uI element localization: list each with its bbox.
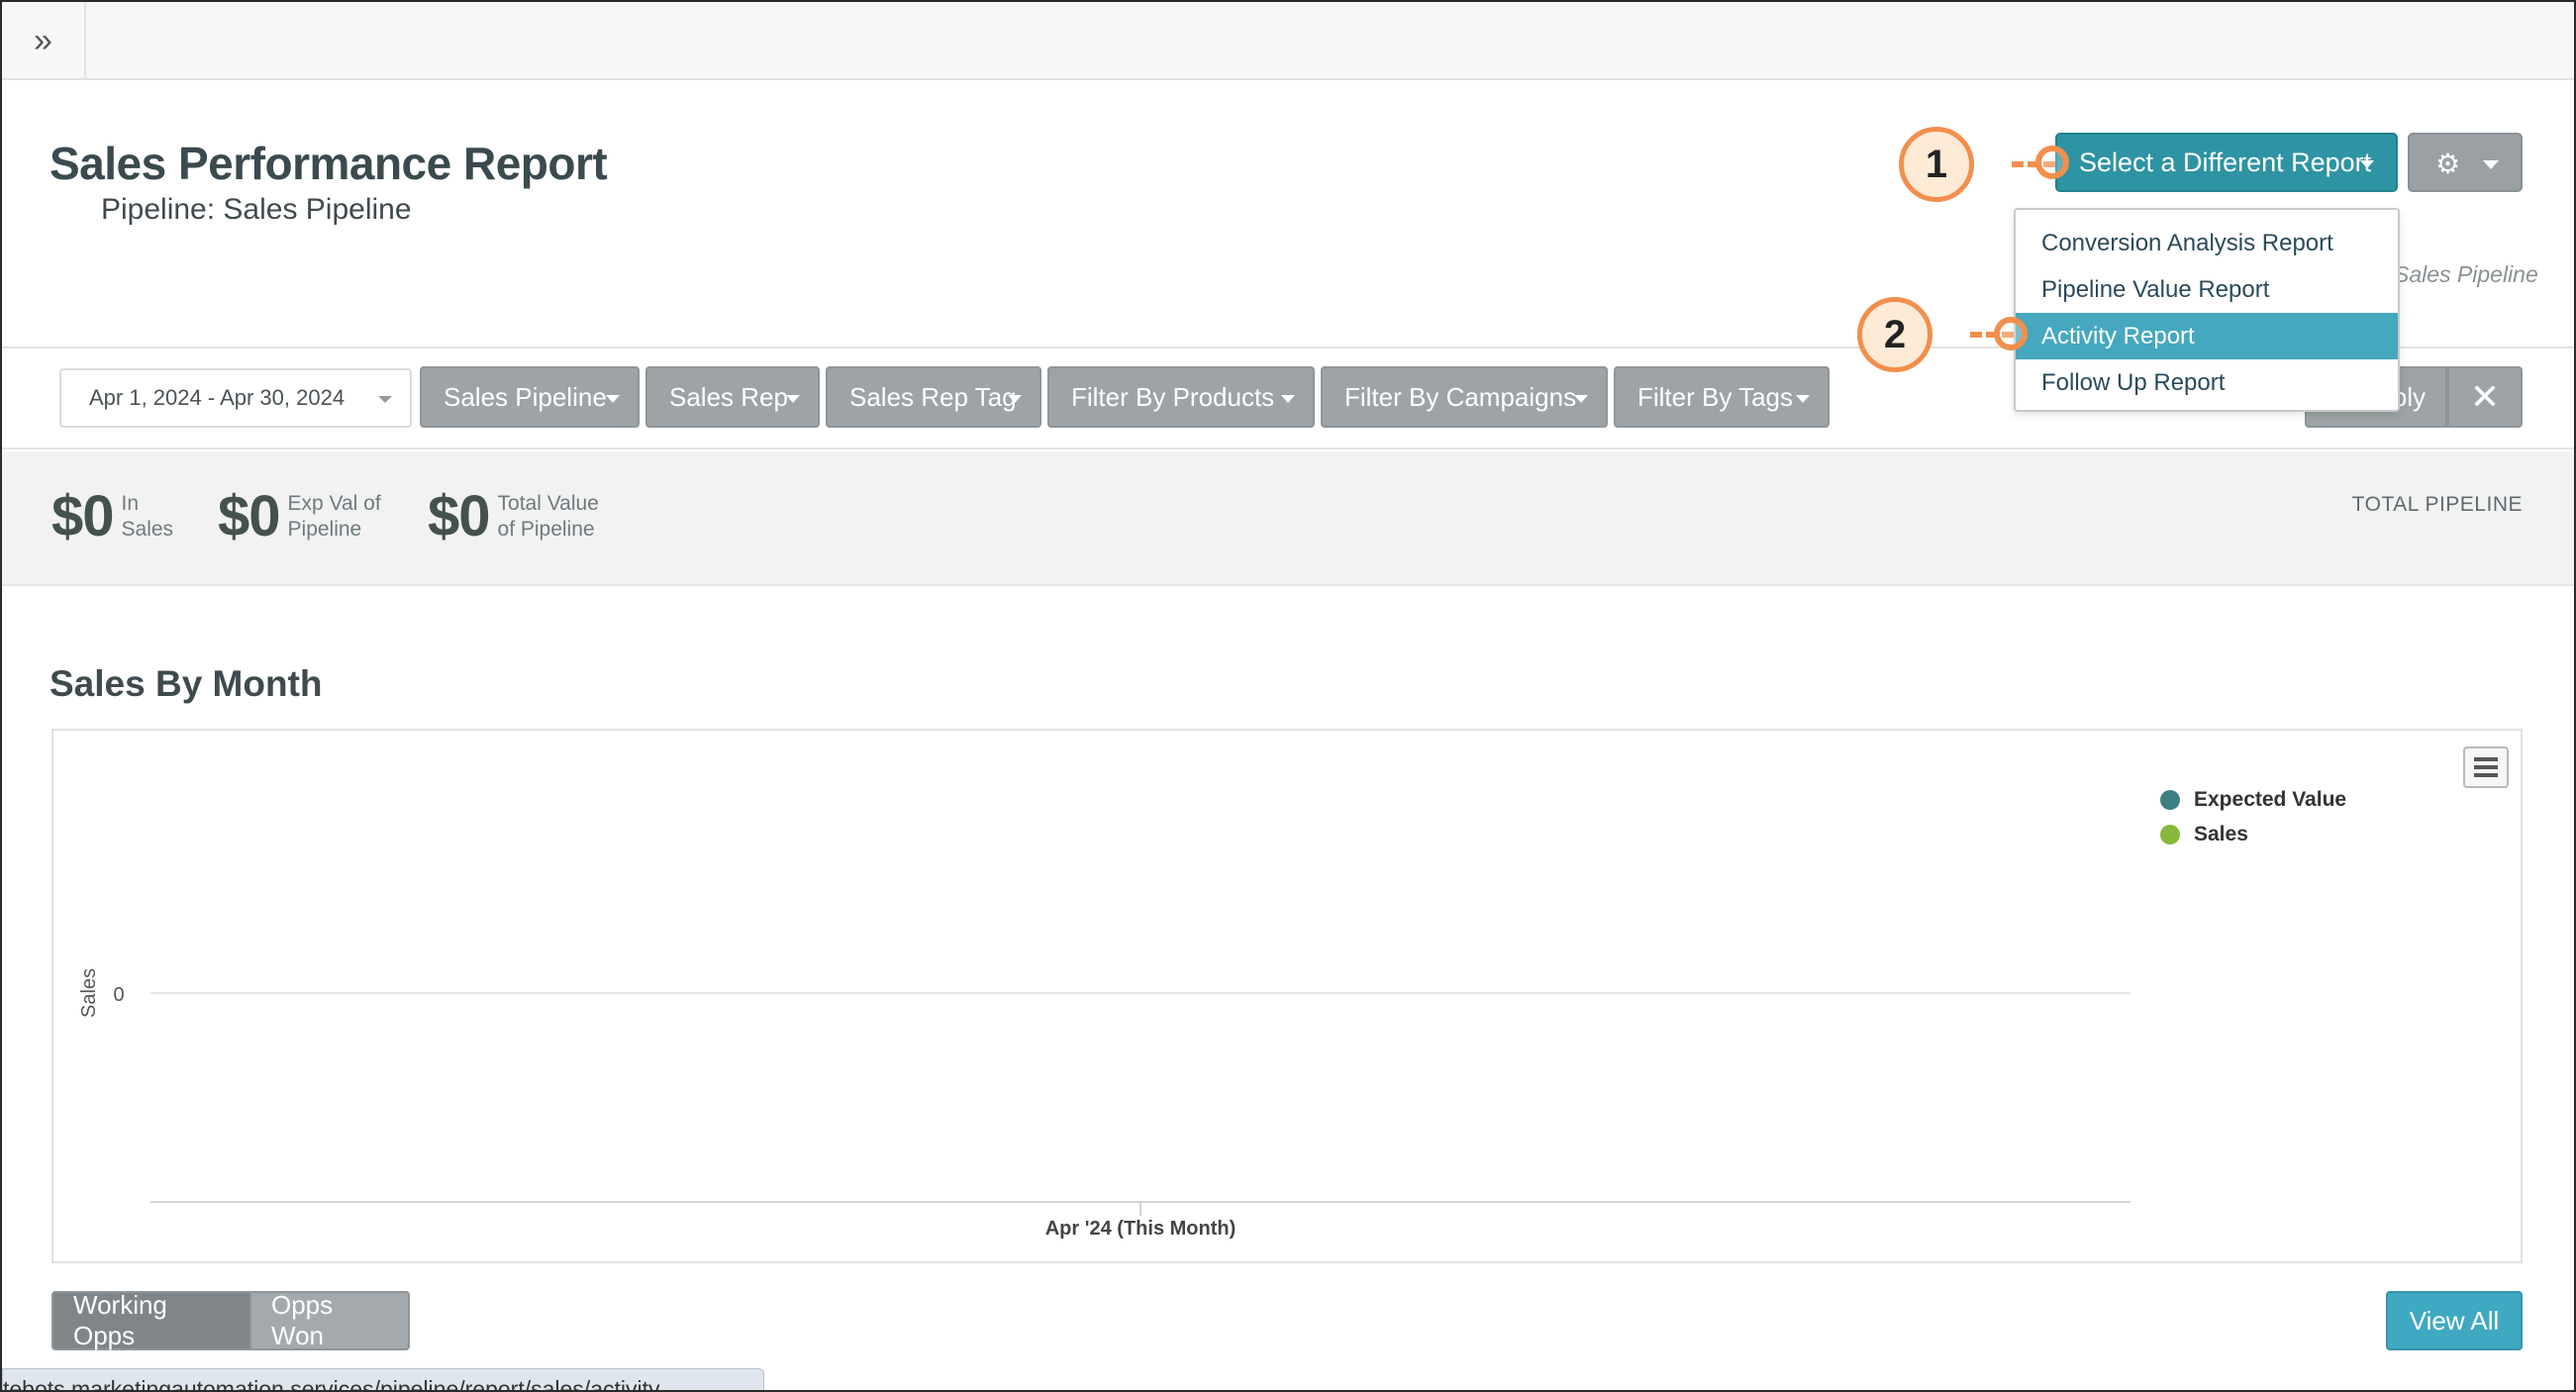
chart-menu-icon[interactable] <box>2463 746 2509 788</box>
chart-legend: Expected Value Sales <box>2160 782 2346 851</box>
y-axis-label: Sales <box>78 968 100 1018</box>
opps-toggle: Working Opps Opps Won <box>51 1290 410 1350</box>
working-opps-tab[interactable]: Working Opps <box>51 1290 251 1350</box>
report-dropdown-menu: Conversion Analysis Report Pipeline Valu… <box>2014 208 2400 412</box>
x-tick-label: Apr '24 (This Month) <box>1045 1218 1237 1240</box>
callout-target-icon <box>2035 146 2069 179</box>
legend-item-expected-value[interactable]: Expected Value <box>2160 782 2346 817</box>
callout-target-icon <box>1994 317 2028 350</box>
legend-dot-icon <box>2160 824 2180 845</box>
dropdown-item-pipeline-value[interactable]: Pipeline Value Report <box>2016 266 2398 313</box>
legend-item-sales[interactable]: Sales <box>2160 817 2346 851</box>
opps-won-tab[interactable]: Opps Won <box>251 1290 410 1350</box>
legend-dot-icon <box>2160 789 2180 810</box>
y-tick-label: 0 <box>113 984 124 1006</box>
callout-one-badge: 1 <box>1899 127 1974 202</box>
status-bar-url: tebots.marketingautomation.services/pipe… <box>2 1368 764 1390</box>
legend-label: Expected Value <box>2194 787 2347 811</box>
dropdown-item-activity[interactable]: Activity Report <box>2016 313 2398 359</box>
callout-two-badge: 2 <box>1857 297 1932 372</box>
app-window: » Sales Performance Report Pipeline: Sal… <box>0 0 2576 1392</box>
legend-label: Sales <box>2194 822 2248 845</box>
dropdown-item-conversion-analysis[interactable]: Conversion Analysis Report <box>2016 220 2398 266</box>
dropdown-item-follow-up[interactable]: Follow Up Report <box>2016 359 2398 406</box>
view-all-button[interactable]: View All <box>2386 1291 2523 1350</box>
